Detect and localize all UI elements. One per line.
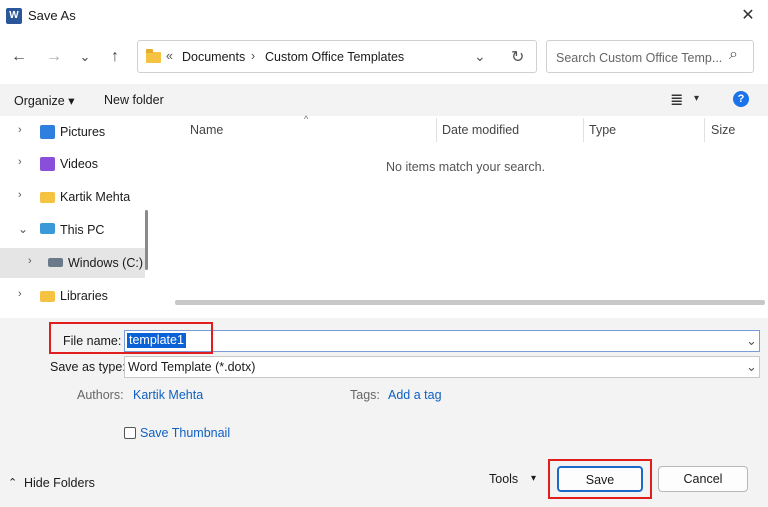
search-placeholder: Search Custom Office Temp... bbox=[556, 51, 723, 65]
refresh-icon[interactable]: ↻ bbox=[511, 47, 524, 67]
tools-dropdown-icon[interactable]: ▾ bbox=[531, 473, 536, 484]
folder-icon bbox=[146, 49, 161, 63]
expand-chevron-icon[interactable]: › bbox=[18, 189, 22, 201]
horizontal-scrollbar[interactable] bbox=[175, 300, 765, 305]
tree-item-label: Pictures bbox=[60, 125, 106, 139]
file-name-input[interactable] bbox=[124, 330, 760, 352]
tags-label: Tags: bbox=[350, 388, 380, 402]
search-icon[interactable]: ⌕ bbox=[729, 46, 738, 64]
authors-value-link[interactable]: Kartik Mehta bbox=[133, 388, 203, 402]
breadcrumb-separator-icon: › bbox=[251, 49, 256, 63]
window-title: Save As bbox=[28, 8, 76, 23]
breadcrumb-custom-office-templates[interactable]: Custom Office Templates bbox=[265, 50, 404, 64]
tree-item-label: Kartik Mehta bbox=[60, 190, 131, 204]
tree-item-label: This PC bbox=[60, 223, 105, 237]
back-button[interactable]: ← bbox=[8, 46, 30, 68]
videos-icon bbox=[40, 157, 55, 171]
drive-icon bbox=[48, 258, 63, 267]
save-button-highlight-box bbox=[548, 459, 652, 499]
sort-arrow-icon: ^ bbox=[304, 114, 309, 124]
empty-list-message: No items match your search. bbox=[386, 160, 546, 174]
hide-folders-chevron-icon[interactable]: ⌃ bbox=[8, 476, 17, 489]
view-options-icon[interactable]: ≣ bbox=[670, 90, 683, 110]
collapse-chevron-icon[interactable]: ⌄ bbox=[18, 222, 28, 236]
column-header-type[interactable]: Type bbox=[589, 123, 616, 137]
view-dropdown-icon[interactable]: ▾ bbox=[694, 93, 699, 104]
file-name-highlight-box bbox=[49, 322, 213, 354]
tree-item-label: Libraries bbox=[60, 289, 108, 303]
cancel-button[interactable]: Cancel bbox=[658, 466, 748, 492]
navigation-pane: › Pictures › Videos › Kartik Mehta ⌄ Thi… bbox=[0, 116, 154, 316]
help-icon[interactable]: ? bbox=[733, 91, 749, 107]
expand-chevron-icon[interactable]: › bbox=[18, 156, 22, 168]
forward-button[interactable]: → bbox=[43, 46, 65, 68]
column-divider[interactable] bbox=[704, 118, 705, 142]
column-header-size[interactable]: Size bbox=[711, 123, 735, 137]
new-folder-button[interactable]: New folder bbox=[104, 93, 164, 107]
recent-locations-chevron-icon[interactable]: ⌄ bbox=[74, 46, 96, 68]
authors-label: Authors: bbox=[77, 388, 124, 402]
tree-item-this-pc[interactable]: ⌄ This PC bbox=[0, 215, 145, 245]
file-name-dropdown-icon[interactable]: ⌄ bbox=[746, 333, 757, 349]
expand-chevron-icon[interactable]: › bbox=[18, 124, 22, 136]
tree-item-windows-c[interactable]: › Windows (C:) bbox=[0, 248, 145, 278]
add-tag-link[interactable]: Add a tag bbox=[388, 388, 442, 402]
save-as-type-dropdown-icon[interactable]: ⌄ bbox=[746, 359, 757, 375]
column-header-name[interactable]: Name bbox=[190, 123, 223, 137]
column-header-date-modified[interactable]: Date modified bbox=[442, 123, 519, 137]
save-thumbnail-label[interactable]: Save Thumbnail bbox=[140, 426, 230, 440]
folder-icon bbox=[40, 192, 55, 203]
folder-icon bbox=[40, 291, 55, 302]
up-folder-button[interactable]: ↑ bbox=[104, 46, 126, 68]
breadcrumb-documents[interactable]: Documents bbox=[182, 50, 245, 64]
tools-button[interactable]: Tools bbox=[489, 472, 518, 486]
address-dropdown-chevron-icon[interactable]: ⌄ bbox=[474, 48, 486, 65]
tree-scrollbar[interactable] bbox=[145, 210, 148, 270]
column-divider[interactable] bbox=[583, 118, 584, 142]
expand-chevron-icon[interactable]: › bbox=[18, 288, 22, 300]
save-thumbnail-checkbox[interactable] bbox=[124, 427, 136, 439]
word-app-icon: W bbox=[6, 8, 22, 24]
breadcrumb-overflow-icon[interactable]: « bbox=[166, 49, 173, 63]
tree-item-label: Windows (C:) bbox=[68, 256, 144, 270]
expand-chevron-icon[interactable]: › bbox=[28, 255, 32, 267]
title-bar bbox=[0, 0, 768, 32]
column-divider[interactable] bbox=[436, 118, 437, 142]
computer-icon bbox=[40, 223, 55, 234]
tree-item-libraries[interactable]: › Libraries bbox=[0, 281, 145, 311]
tree-item-label: Videos bbox=[60, 157, 98, 171]
save-as-type-label: Save as type: bbox=[50, 360, 126, 374]
save-as-type-value[interactable]: Word Template (*.dotx) bbox=[128, 360, 255, 374]
tree-item-pictures[interactable]: › Pictures bbox=[0, 117, 145, 147]
organize-button[interactable]: Organize ▾ bbox=[14, 93, 74, 108]
tree-item-kartik-mehta[interactable]: › Kartik Mehta bbox=[0, 182, 145, 212]
tree-item-videos[interactable]: › Videos bbox=[0, 149, 145, 179]
close-button[interactable]: ✕ bbox=[736, 4, 760, 28]
pictures-icon bbox=[40, 125, 55, 139]
hide-folders-button[interactable]: Hide Folders bbox=[24, 476, 95, 490]
